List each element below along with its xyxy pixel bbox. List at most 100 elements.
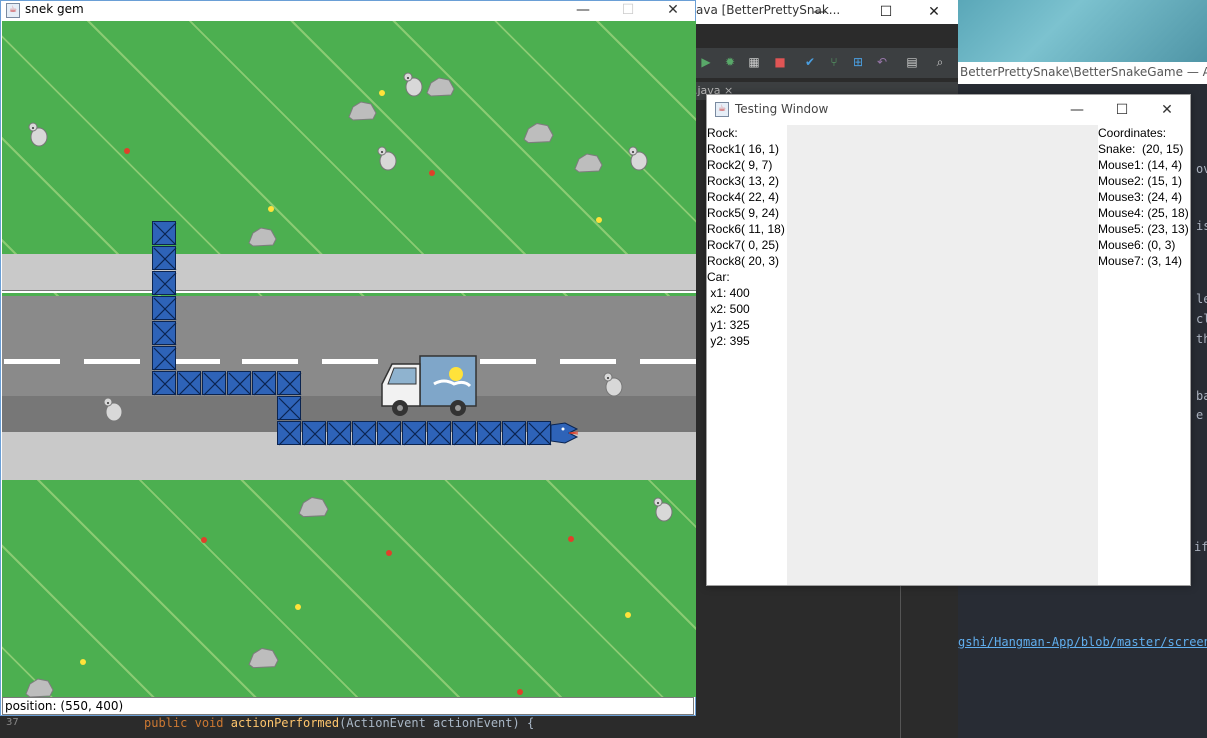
close-button[interactable]: ✕ (653, 0, 693, 22)
rock-icon (298, 496, 329, 518)
list-item: Rock2( 9, 7) (707, 158, 773, 172)
lane-dash (560, 359, 616, 364)
snake-segment (152, 346, 177, 371)
snake-segment (277, 421, 302, 446)
testing-window-body: Rock: Rock1( 16, 1) Rock2( 9, 7) Rock3( … (707, 125, 1190, 585)
code-function-name: actionPerformed (230, 716, 340, 730)
list-item: x2: 500 (707, 302, 750, 316)
ide-toolbar: ▶ ✹ ▦ ■ ✔ ⑂ ⊞ ↶ ▤ ⌕ (690, 48, 958, 78)
line-number: 37 (6, 717, 19, 728)
game-canvas[interactable] (2, 21, 696, 697)
debug-icon[interactable]: ✹ (722, 54, 738, 70)
vcs-icon[interactable]: ⑂ (826, 54, 842, 70)
maximize-button[interactable]: ☐ (1102, 98, 1142, 122)
close-button[interactable]: ✕ (1147, 98, 1187, 122)
code-keyword: void (194, 716, 224, 730)
atom-link-text[interactable]: gshi/Hangman-App/blob/master/screens (958, 635, 1207, 649)
list-item: Mouse4: (25, 18) (1098, 206, 1189, 220)
snake-segment (152, 246, 177, 271)
maximize-button[interactable]: ☐ (608, 0, 648, 22)
lane-dash (640, 359, 696, 364)
build-icon[interactable]: ✔ (802, 54, 818, 70)
snake-segment (277, 396, 302, 421)
list-item: Mouse5: (23, 13) (1098, 222, 1189, 236)
atom-text-fragment: lec (1196, 292, 1207, 306)
ide-code-line: 37 public void actionPerformed(ActionEve… (0, 715, 700, 738)
rock-icon (426, 77, 455, 97)
atom-window-title: BetterPrettySnake\BetterSnakeGame — Atom (958, 62, 1207, 84)
list-item: Rock4( 22, 4) (707, 190, 780, 204)
flower-icon (201, 537, 207, 543)
snake-segment (152, 371, 177, 396)
snake-segment (177, 371, 202, 396)
snake-segment (477, 421, 502, 446)
flower-icon (124, 148, 130, 154)
code-text: public void actionPerformed(ActionEvent … (144, 716, 534, 730)
snake-segment (202, 371, 227, 396)
lane-dash (242, 359, 298, 364)
commit-icon[interactable]: ⊞ (850, 54, 866, 70)
mouse-icon (377, 146, 397, 171)
stop-icon[interactable]: ■ (772, 54, 788, 70)
rock-car-list: Rock: Rock1( 16, 1) Rock2( 9, 7) Rock3( … (707, 125, 787, 585)
mouse-icon (28, 122, 48, 147)
ide-titlebar: ava [BetterPrettySnak... — ☐ ✕ (690, 0, 958, 24)
lane-dash (322, 359, 378, 364)
lane-dash (4, 359, 60, 364)
structure-icon[interactable]: ▤ (904, 54, 920, 70)
code-keyword: public (144, 716, 188, 730)
rock-icon (348, 101, 377, 121)
list-item: Rock: (707, 126, 738, 140)
mouse-icon (628, 146, 648, 171)
flower-icon (268, 206, 274, 212)
list-item: Mouse6: (0, 3) (1098, 238, 1176, 252)
snake-segment (352, 421, 377, 446)
snake-segment (502, 421, 527, 446)
snake-segment (252, 371, 277, 396)
lane-dash (480, 359, 536, 364)
coverage-icon[interactable]: ▦ (746, 54, 762, 70)
flower-icon (386, 550, 392, 556)
list-item: Mouse3: (24, 4) (1098, 190, 1183, 204)
list-item: Rock6( 11, 18) (707, 222, 785, 236)
snake-game-window: ☕ snek gem — ☐ ✕ position: (550, 400) (0, 0, 696, 716)
road-shoulder-top (2, 254, 696, 292)
list-item: Snake: (20, 15) (1098, 142, 1184, 156)
java-app-icon: ☕ (6, 3, 20, 18)
mouse-icon (403, 72, 423, 97)
atom-text-fragment: is (1196, 219, 1207, 233)
testing-window-title: Testing Window (735, 102, 829, 116)
java-app-icon: ☕ (715, 102, 729, 117)
coordinates-list: Coordinates: Snake: (20, 15) Mouse1: (14… (1098, 125, 1190, 585)
undo-icon[interactable]: ↶ (874, 54, 890, 70)
rock-icon (25, 678, 54, 697)
rock-icon (248, 647, 279, 669)
testing-window: ☕ Testing Window — ☐ ✕ Rock: Rock1( 16, … (706, 94, 1191, 586)
minimize-button[interactable]: — (1057, 98, 1097, 122)
search-icon[interactable]: ⌕ (932, 54, 948, 70)
snake-segment (377, 421, 402, 446)
ide-minimize-button[interactable]: — (800, 0, 840, 24)
flower-icon (379, 90, 385, 96)
snake-segment (527, 421, 552, 446)
list-item: Mouse1: (14, 4) (1098, 158, 1183, 172)
ide-close-button[interactable]: ✕ (914, 0, 954, 24)
list-item: y1: 325 (707, 318, 750, 332)
rock-icon (523, 122, 554, 144)
list-item: x1: 400 (707, 286, 750, 300)
list-item: y2: 395 (707, 334, 750, 348)
minimize-button[interactable]: — (563, 0, 603, 22)
snake-head-icon (551, 422, 579, 444)
run-icon[interactable]: ▶ (698, 54, 714, 70)
snake-segment (152, 271, 177, 296)
mouse-icon (653, 497, 673, 522)
ide-maximize-button[interactable]: ☐ (866, 0, 906, 24)
list-item: Rock8( 20, 3) (707, 254, 780, 268)
desktop-wallpaper (958, 0, 1207, 62)
flower-icon (596, 217, 602, 223)
list-item: Rock5( 9, 24) (707, 206, 780, 220)
flower-icon (517, 689, 523, 695)
mouse-icon (603, 372, 623, 397)
position-status-field: position: (550, 400) (2, 697, 694, 715)
snake-segment (152, 321, 177, 346)
